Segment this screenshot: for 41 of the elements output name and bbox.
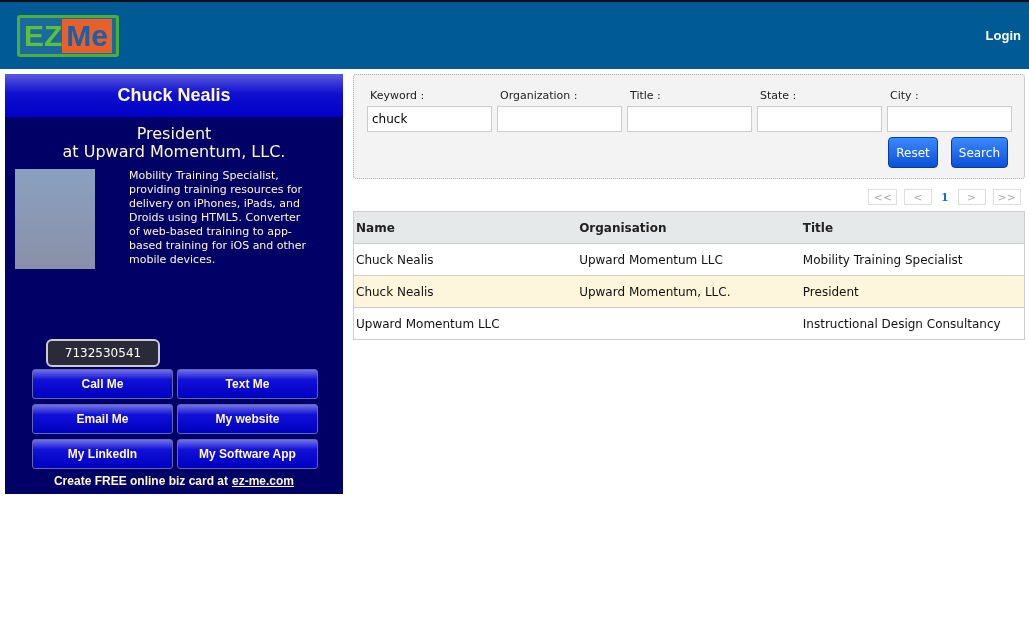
field-label: State :	[760, 89, 798, 102]
table-cell: Chuck Nealis	[353, 243, 578, 276]
card-role: President at Upward Momentum, LLC.	[61, 125, 287, 161]
search-input[interactable]: chuck	[367, 106, 492, 132]
table-row[interactable]: Chuck Nealis Upward Momentum, LLC. President	[353, 275, 1025, 308]
table-cell: Instructional Design Consultancy	[800, 307, 1025, 340]
field-label: City :	[890, 89, 920, 102]
search-input[interactable]	[887, 106, 1012, 132]
card-button[interactable]: My LinkedIn	[32, 439, 173, 469]
card-button[interactable]: Call Me	[32, 369, 173, 399]
card-footer-text: Create FREE online biz card at	[53, 474, 228, 488]
card-button[interactable]: My Software App	[177, 439, 318, 469]
table-cell: Mobility Training Specialist	[800, 243, 1025, 276]
table-cell: Upward Momentum LLC	[353, 307, 578, 340]
table-cell: President	[800, 275, 1025, 308]
field-label: Organization :	[500, 89, 579, 102]
page-number[interactable]: 1	[938, 190, 951, 204]
table-cell: Upward Momentum, LLC.	[577, 275, 801, 308]
card-button[interactable]: My website	[177, 404, 318, 434]
field-label: Keyword :	[370, 89, 426, 102]
table-row[interactable]: Chuck Nealis Upward Momentum LLC Mobility Training Specialist	[353, 243, 1025, 276]
table-cell: Chuck Nealis	[353, 275, 578, 308]
column-header: Title	[800, 211, 1025, 244]
card-bio: Mobility Training Specialist, providing training resources for delivery on iPhones, iPads, and Droids using HTML5. Converter of web-based training to app-based training for iOS and other mobile devices.	[129, 169, 308, 268]
card-button[interactable]: Text Me	[177, 369, 318, 399]
field-label: Title :	[630, 89, 662, 102]
table-row[interactable]: Upward Momentum LLC Instructional Design Consultancy	[353, 307, 1025, 340]
card-name: Chuck Nealis	[5, 74, 343, 117]
column-header: Name	[353, 211, 578, 244]
search-input[interactable]	[497, 106, 622, 132]
search-button[interactable]: Reset	[888, 137, 938, 168]
phone-number: 7132530541	[46, 339, 160, 367]
table-cell: Upward Momentum LLC	[577, 243, 801, 276]
search-input[interactable]	[757, 106, 882, 132]
site-link[interactable]: ez-me.com	[232, 474, 295, 488]
column-header: Organisation	[577, 211, 801, 244]
search-input[interactable]	[627, 106, 752, 132]
search-button[interactable]: Search	[950, 137, 1008, 168]
logo: EZMe	[17, 14, 120, 57]
login-link[interactable]: Login	[985, 28, 1021, 43]
card-button[interactable]: Email Me	[32, 404, 173, 434]
